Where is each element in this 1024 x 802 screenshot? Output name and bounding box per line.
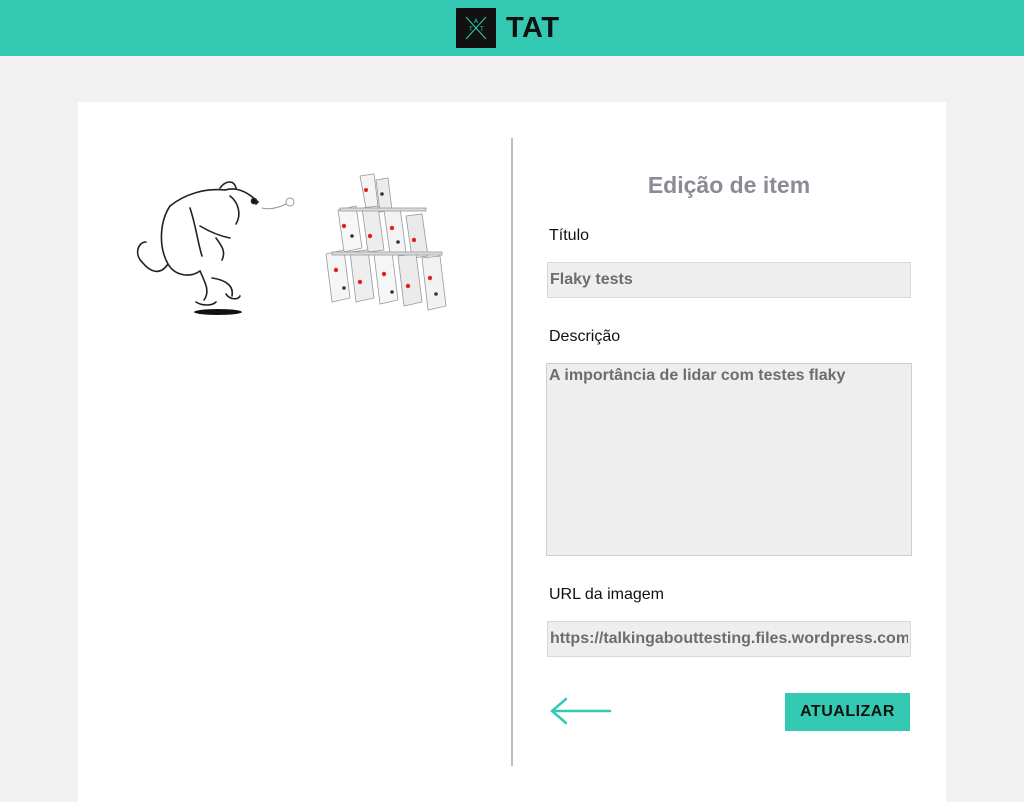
- dog-illustration: [136, 181, 295, 306]
- vertical-divider: [511, 138, 513, 766]
- image-url-label: URL da imagem: [549, 586, 665, 603]
- brand-name: TAT: [506, 11, 560, 44]
- top-bar: T A T TAT: [0, 0, 1024, 56]
- back-arrow-icon[interactable]: [548, 696, 614, 726]
- item-image: [130, 166, 470, 316]
- edit-item-form: Edição de item Título Descrição A import…: [546, 102, 914, 802]
- item-illustration: [136, 173, 447, 315]
- brand[interactable]: T A T TAT: [456, 8, 560, 48]
- logo-letter-a: A: [474, 18, 479, 25]
- logo-letter-t2: T: [479, 26, 484, 33]
- title-input[interactable]: [547, 262, 911, 298]
- title-label: Título: [549, 227, 590, 244]
- form-title: Edição de item: [647, 172, 811, 198]
- edit-item-card: Edição de item Título Descrição A import…: [78, 102, 946, 802]
- logo-letter-t1: T: [468, 26, 473, 33]
- tat-logo-icon: T A T: [456, 8, 496, 48]
- dog-shadow: [194, 309, 242, 315]
- description-textarea[interactable]: A importância de lidar com testes flaky: [546, 363, 912, 556]
- description-label: Descrição: [549, 328, 621, 345]
- image-url-input[interactable]: [547, 621, 911, 657]
- update-button[interactable]: ATUALIZAR: [785, 693, 910, 731]
